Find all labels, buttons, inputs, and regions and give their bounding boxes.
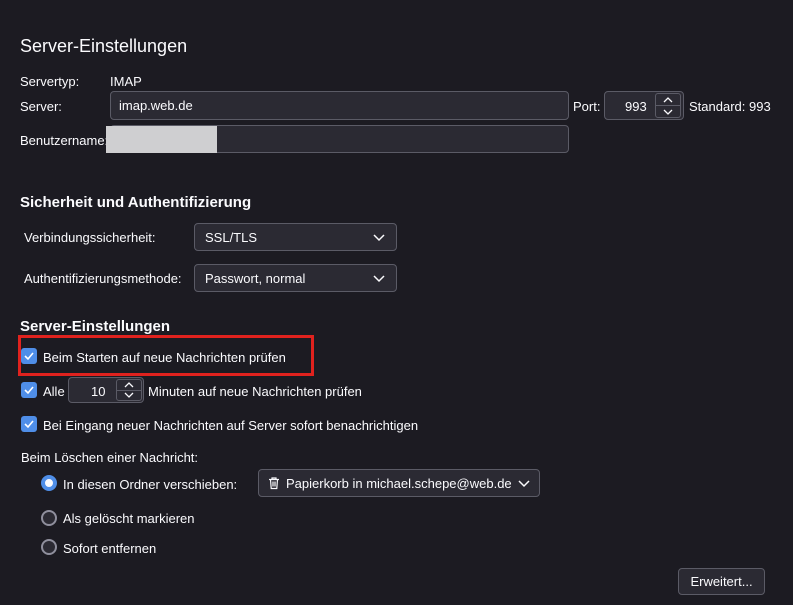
check-every-label-before: Alle xyxy=(43,384,65,399)
chevron-down-icon xyxy=(373,234,385,242)
check-on-start-label: Beim Starten auf neue Nachrichten prüfen xyxy=(43,350,286,365)
delete-folder-select[interactable]: Papierkorb in michael.schepe@web.de xyxy=(258,469,540,497)
server-type-label: Servertyp: xyxy=(20,74,80,89)
page-title: Server-Einstellungen xyxy=(20,36,188,56)
port-value: 993 xyxy=(625,99,647,114)
checkmark-icon xyxy=(24,420,34,429)
security-heading: Sicherheit und Authentifizierung xyxy=(20,194,252,211)
advanced-button[interactable]: Erweitert... xyxy=(678,568,765,595)
minutes-spin-buttons[interactable] xyxy=(116,379,142,401)
port-spin-buttons[interactable] xyxy=(655,93,681,118)
spin-down-icon[interactable] xyxy=(117,391,141,401)
check-on-start-checkbox[interactable] xyxy=(21,348,37,364)
delete-heading: Beim Löschen einer Nachricht: xyxy=(21,450,199,465)
check-every-label-after: Minuten auf neue Nachrichten prüfen xyxy=(148,384,362,399)
radio-remove-immediately-label: Sofort entfernen xyxy=(63,541,157,556)
connection-security-select[interactable]: SSL/TLS xyxy=(194,223,397,251)
connection-security-label: Verbindungssicherheit: xyxy=(24,230,156,245)
server-type-value: IMAP xyxy=(110,74,142,89)
server-label: Server: xyxy=(20,99,62,114)
notify-on-arrival-label: Bei Eingang neuer Nachrichten auf Server… xyxy=(43,418,419,433)
spin-down-icon[interactable] xyxy=(656,106,680,117)
username-label: Benutzername: xyxy=(20,133,109,148)
auth-method-select[interactable]: Passwort, normal xyxy=(194,264,397,292)
notify-on-arrival-checkbox[interactable] xyxy=(21,416,37,432)
redacted-username xyxy=(106,126,217,153)
chevron-down-icon xyxy=(373,275,385,283)
auth-method-label: Authentifizierungsmethode: xyxy=(24,271,182,286)
spin-up-icon[interactable] xyxy=(117,380,141,391)
connection-security-value: SSL/TLS xyxy=(205,229,258,245)
radio-mark-deleted[interactable] xyxy=(41,510,57,526)
delete-folder-value: Papierkorb in michael.schepe@web.de xyxy=(286,475,512,491)
auth-method-value: Passwort, normal xyxy=(205,270,306,286)
chevron-down-icon xyxy=(518,480,530,488)
radio-move-to-folder-label: In diesen Ordner verschieben: xyxy=(63,477,238,492)
server-input[interactable] xyxy=(110,91,569,120)
port-label: Port: xyxy=(573,99,601,114)
check-every-checkbox[interactable] xyxy=(21,382,37,398)
radio-move-to-folder[interactable] xyxy=(41,475,57,491)
spin-up-icon[interactable] xyxy=(656,94,680,106)
checkmark-icon xyxy=(24,352,34,361)
server-settings-heading: Server-Einstellungen xyxy=(20,318,171,335)
trash-icon xyxy=(269,477,279,490)
minutes-value: 10 xyxy=(91,384,106,399)
radio-remove-immediately[interactable] xyxy=(41,539,57,555)
checkmark-icon xyxy=(24,386,34,395)
radio-mark-deleted-label: Als gelöscht markieren xyxy=(63,511,195,526)
port-standard-label: Standard: 993 xyxy=(689,99,771,114)
